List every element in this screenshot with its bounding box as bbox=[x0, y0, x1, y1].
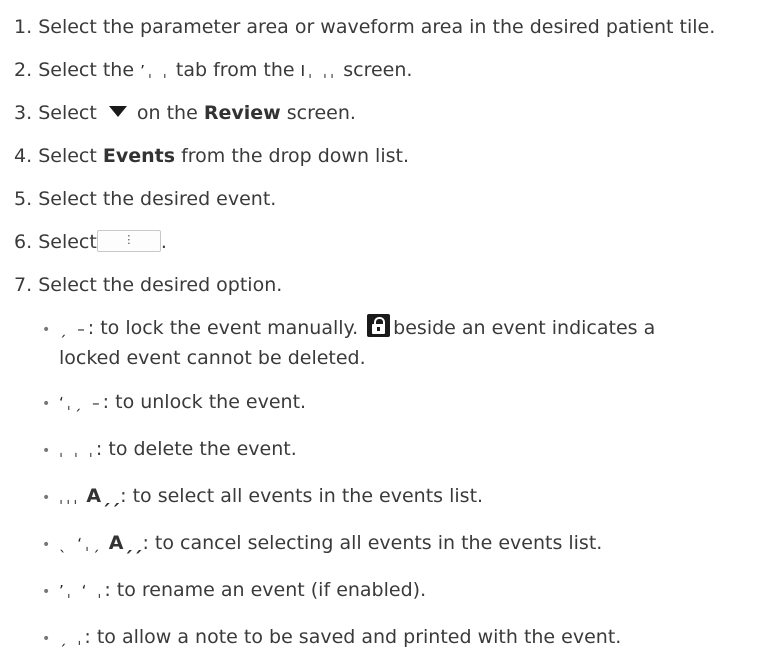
option-deselect-all: ˎ ʻˌˏ Aˏˏ: to cancel selecting all event… bbox=[59, 532, 603, 554]
obscured-tab-name: ʼˌ ˌ bbox=[140, 62, 170, 80]
dropdown-triangle-icon bbox=[108, 106, 127, 117]
option-unlock: ʻˌˏ –: to unlock the event. bbox=[59, 391, 307, 413]
step-5: 5. Select the desired event. bbox=[14, 188, 277, 210]
option-delete: ˌ ˌ ˌ: to delete the event. bbox=[59, 438, 297, 460]
bullet: • bbox=[42, 490, 51, 506]
step-7: 7. Select the desired option. bbox=[14, 274, 283, 296]
step-6: 6. Select ⋮. bbox=[14, 229, 167, 253]
bullet: • bbox=[42, 584, 51, 600]
lock-icon bbox=[367, 314, 391, 337]
option-select-all: ˌˌˌ Aˏˏ: to select all events in the eve… bbox=[59, 485, 484, 507]
step-3: 3. Select on the Review screen. bbox=[14, 102, 356, 124]
bullet: • bbox=[42, 322, 51, 338]
bullet: • bbox=[42, 537, 51, 553]
bullet: • bbox=[42, 631, 51, 647]
option-lock-cont: locked event cannot be deleted. bbox=[59, 347, 366, 369]
option-note: ˏ ˌ: to allow a note to be saved and pri… bbox=[59, 626, 622, 648]
option-lock: ˏ –: to lock the event manually. beside … bbox=[59, 314, 655, 341]
option-rename: ʼˌ ʻ ˌ: to rename an event (if enabled). bbox=[59, 579, 427, 601]
obscured-screen-name: Iˌ ˌˌ bbox=[300, 62, 338, 80]
bullet: • bbox=[42, 443, 51, 459]
step-1: 1. Select the parameter area or waveform… bbox=[14, 16, 716, 38]
more-options-button-icon: ⋮ bbox=[96, 229, 161, 252]
step-4: 4. Select Events from the drop down list… bbox=[14, 145, 409, 167]
step-2: 2. Select the ʼˌ ˌ tab from the Iˌ ˌˌ sc… bbox=[14, 59, 413, 81]
bullet: • bbox=[42, 396, 51, 412]
